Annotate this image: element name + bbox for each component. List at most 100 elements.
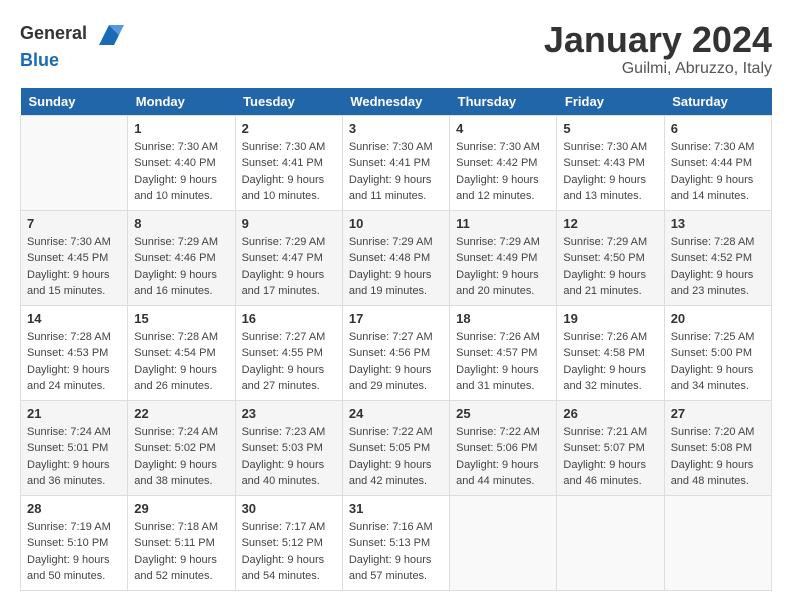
day-number: 21 (27, 406, 121, 421)
sunset-text: Sunset: 4:54 PM (134, 345, 228, 362)
day-number: 14 (27, 311, 121, 326)
day-of-week-header: Wednesday (342, 88, 449, 116)
calendar-day-cell: 3 Sunrise: 7:30 AM Sunset: 4:41 PM Dayli… (342, 115, 449, 210)
daylight-text: Daylight: 9 hours and 50 minutes. (27, 552, 121, 585)
sunset-text: Sunset: 4:40 PM (134, 155, 228, 172)
day-info: Sunrise: 7:20 AM Sunset: 5:08 PM Dayligh… (671, 424, 765, 490)
calendar-week-row: 14 Sunrise: 7:28 AM Sunset: 4:53 PM Dayl… (21, 305, 772, 400)
sunset-text: Sunset: 5:06 PM (456, 440, 550, 457)
logo-icon (94, 20, 124, 50)
calendar-day-cell: 16 Sunrise: 7:27 AM Sunset: 4:55 PM Dayl… (235, 305, 342, 400)
day-number: 8 (134, 216, 228, 231)
day-info: Sunrise: 7:18 AM Sunset: 5:11 PM Dayligh… (134, 519, 228, 585)
calendar-day-cell: 25 Sunrise: 7:22 AM Sunset: 5:06 PM Dayl… (450, 400, 557, 495)
sunrise-text: Sunrise: 7:20 AM (671, 424, 765, 441)
sunrise-text: Sunrise: 7:30 AM (27, 234, 121, 251)
logo: General Blue (20, 20, 124, 71)
day-info: Sunrise: 7:29 AM Sunset: 4:49 PM Dayligh… (456, 234, 550, 300)
sunrise-text: Sunrise: 7:16 AM (349, 519, 443, 536)
day-number: 13 (671, 216, 765, 231)
sunset-text: Sunset: 4:55 PM (242, 345, 336, 362)
calendar-day-cell: 20 Sunrise: 7:25 AM Sunset: 5:00 PM Dayl… (664, 305, 771, 400)
day-number: 19 (563, 311, 657, 326)
day-info: Sunrise: 7:30 AM Sunset: 4:45 PM Dayligh… (27, 234, 121, 300)
calendar-day-cell: 8 Sunrise: 7:29 AM Sunset: 4:46 PM Dayli… (128, 210, 235, 305)
daylight-text: Daylight: 9 hours and 10 minutes. (134, 172, 228, 205)
daylight-text: Daylight: 9 hours and 32 minutes. (563, 362, 657, 395)
logo-text-blue: Blue (20, 50, 59, 70)
day-info: Sunrise: 7:16 AM Sunset: 5:13 PM Dayligh… (349, 519, 443, 585)
daylight-text: Daylight: 9 hours and 13 minutes. (563, 172, 657, 205)
calendar-day-cell: 10 Sunrise: 7:29 AM Sunset: 4:48 PM Dayl… (342, 210, 449, 305)
day-number: 2 (242, 121, 336, 136)
day-number: 4 (456, 121, 550, 136)
day-number: 22 (134, 406, 228, 421)
calendar-day-cell: 28 Sunrise: 7:19 AM Sunset: 5:10 PM Dayl… (21, 495, 128, 590)
calendar-day-cell: 31 Sunrise: 7:16 AM Sunset: 5:13 PM Dayl… (342, 495, 449, 590)
calendar-day-cell: 27 Sunrise: 7:20 AM Sunset: 5:08 PM Dayl… (664, 400, 771, 495)
sunrise-text: Sunrise: 7:30 AM (242, 139, 336, 156)
day-number: 12 (563, 216, 657, 231)
day-info: Sunrise: 7:22 AM Sunset: 5:06 PM Dayligh… (456, 424, 550, 490)
daylight-text: Daylight: 9 hours and 15 minutes. (27, 267, 121, 300)
sunset-text: Sunset: 4:58 PM (563, 345, 657, 362)
calendar-day-cell: 6 Sunrise: 7:30 AM Sunset: 4:44 PM Dayli… (664, 115, 771, 210)
month-title: January 2024 (544, 20, 772, 60)
day-number: 9 (242, 216, 336, 231)
calendar-week-row: 1 Sunrise: 7:30 AM Sunset: 4:40 PM Dayli… (21, 115, 772, 210)
sunrise-text: Sunrise: 7:30 AM (671, 139, 765, 156)
daylight-text: Daylight: 9 hours and 29 minutes. (349, 362, 443, 395)
day-info: Sunrise: 7:28 AM Sunset: 4:53 PM Dayligh… (27, 329, 121, 395)
calendar-day-cell: 19 Sunrise: 7:26 AM Sunset: 4:58 PM Dayl… (557, 305, 664, 400)
day-number: 28 (27, 501, 121, 516)
day-info: Sunrise: 7:27 AM Sunset: 4:56 PM Dayligh… (349, 329, 443, 395)
sunrise-text: Sunrise: 7:30 AM (456, 139, 550, 156)
daylight-text: Daylight: 9 hours and 40 minutes. (242, 457, 336, 490)
sunset-text: Sunset: 5:12 PM (242, 535, 336, 552)
daylight-text: Daylight: 9 hours and 36 minutes. (27, 457, 121, 490)
day-number: 18 (456, 311, 550, 326)
day-number: 30 (242, 501, 336, 516)
calendar-day-cell (21, 115, 128, 210)
day-number: 5 (563, 121, 657, 136)
day-info: Sunrise: 7:24 AM Sunset: 5:01 PM Dayligh… (27, 424, 121, 490)
sunset-text: Sunset: 4:46 PM (134, 250, 228, 267)
daylight-text: Daylight: 9 hours and 16 minutes. (134, 267, 228, 300)
day-info: Sunrise: 7:29 AM Sunset: 4:46 PM Dayligh… (134, 234, 228, 300)
daylight-text: Daylight: 9 hours and 24 minutes. (27, 362, 121, 395)
sunset-text: Sunset: 4:50 PM (563, 250, 657, 267)
calendar-day-cell: 15 Sunrise: 7:28 AM Sunset: 4:54 PM Dayl… (128, 305, 235, 400)
day-number: 11 (456, 216, 550, 231)
day-of-week-header: Tuesday (235, 88, 342, 116)
day-info: Sunrise: 7:17 AM Sunset: 5:12 PM Dayligh… (242, 519, 336, 585)
sunrise-text: Sunrise: 7:22 AM (349, 424, 443, 441)
day-info: Sunrise: 7:27 AM Sunset: 4:55 PM Dayligh… (242, 329, 336, 395)
sunset-text: Sunset: 4:45 PM (27, 250, 121, 267)
calendar-day-cell: 17 Sunrise: 7:27 AM Sunset: 4:56 PM Dayl… (342, 305, 449, 400)
sunrise-text: Sunrise: 7:19 AM (27, 519, 121, 536)
daylight-text: Daylight: 9 hours and 19 minutes. (349, 267, 443, 300)
calendar-day-cell: 2 Sunrise: 7:30 AM Sunset: 4:41 PM Dayli… (235, 115, 342, 210)
day-number: 10 (349, 216, 443, 231)
day-of-week-header: Saturday (664, 88, 771, 116)
sunset-text: Sunset: 5:10 PM (27, 535, 121, 552)
sunset-text: Sunset: 4:48 PM (349, 250, 443, 267)
day-number: 27 (671, 406, 765, 421)
calendar-day-cell: 23 Sunrise: 7:23 AM Sunset: 5:03 PM Dayl… (235, 400, 342, 495)
sunset-text: Sunset: 5:07 PM (563, 440, 657, 457)
calendar-header-row: SundayMondayTuesdayWednesdayThursdayFrid… (21, 88, 772, 116)
sunrise-text: Sunrise: 7:23 AM (242, 424, 336, 441)
calendar-day-cell (557, 495, 664, 590)
sunset-text: Sunset: 5:03 PM (242, 440, 336, 457)
daylight-text: Daylight: 9 hours and 17 minutes. (242, 267, 336, 300)
day-info: Sunrise: 7:30 AM Sunset: 4:40 PM Dayligh… (134, 139, 228, 205)
sunrise-text: Sunrise: 7:26 AM (456, 329, 550, 346)
sunrise-text: Sunrise: 7:29 AM (349, 234, 443, 251)
sunrise-text: Sunrise: 7:27 AM (242, 329, 336, 346)
sunset-text: Sunset: 4:53 PM (27, 345, 121, 362)
daylight-text: Daylight: 9 hours and 44 minutes. (456, 457, 550, 490)
sunset-text: Sunset: 5:11 PM (134, 535, 228, 552)
daylight-text: Daylight: 9 hours and 26 minutes. (134, 362, 228, 395)
day-info: Sunrise: 7:30 AM Sunset: 4:41 PM Dayligh… (349, 139, 443, 205)
day-info: Sunrise: 7:19 AM Sunset: 5:10 PM Dayligh… (27, 519, 121, 585)
